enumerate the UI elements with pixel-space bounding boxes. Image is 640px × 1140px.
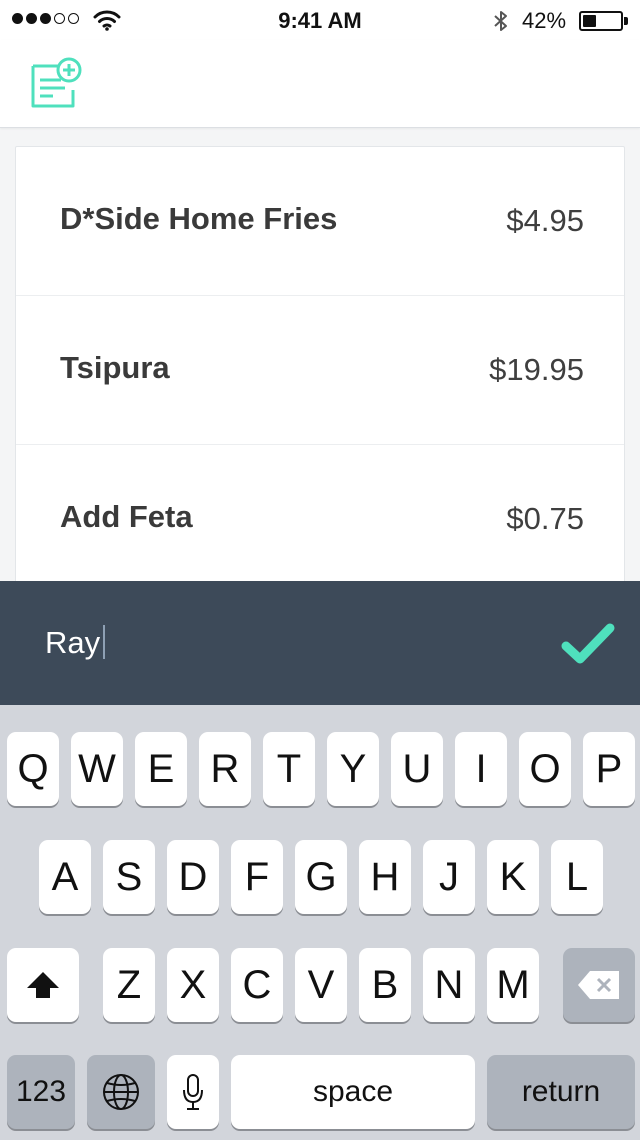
key-v[interactable]: V xyxy=(295,948,347,1022)
key-p[interactable]: P xyxy=(583,732,635,806)
name-input-value: Ray xyxy=(45,625,101,660)
bill-items-list: D*Side Home Fries $4.95 Tsipura $19.95 A… xyxy=(15,146,625,596)
name-input[interactable]: Ray xyxy=(45,625,106,661)
app-header xyxy=(0,40,640,128)
keyboard: Q W E R T Y U I O P A S D F G H J K L Z … xyxy=(0,705,640,1140)
delete-key[interactable] xyxy=(563,948,635,1022)
key-x[interactable]: X xyxy=(167,948,219,1022)
key-j[interactable]: J xyxy=(423,840,475,914)
microphone-icon xyxy=(183,1074,203,1110)
key-u[interactable]: U xyxy=(391,732,443,806)
receipt-add-icon[interactable] xyxy=(29,56,85,112)
item-price: $19.95 xyxy=(489,352,584,387)
key-b[interactable]: B xyxy=(359,948,411,1022)
key-i[interactable]: I xyxy=(455,732,507,806)
text-cursor xyxy=(103,625,106,659)
name-input-bar: Ray xyxy=(0,581,640,705)
battery-icon xyxy=(579,11,623,31)
battery-nub xyxy=(624,17,628,25)
key-z[interactable]: Z xyxy=(103,948,155,1022)
globe-key[interactable] xyxy=(87,1055,155,1129)
list-item[interactable]: D*Side Home Fries $4.95 xyxy=(16,147,624,296)
key-l[interactable]: L xyxy=(551,840,603,914)
list-item[interactable]: Add Feta $0.75 xyxy=(16,445,624,594)
key-e[interactable]: E xyxy=(135,732,187,806)
shift-icon xyxy=(27,972,59,998)
globe-icon xyxy=(103,1074,139,1110)
bluetooth-icon xyxy=(494,11,507,31)
item-name: D*Side Home Fries xyxy=(60,201,338,236)
key-g[interactable]: G xyxy=(295,840,347,914)
space-key[interactable]: space xyxy=(231,1055,475,1129)
key-k[interactable]: K xyxy=(487,840,539,914)
item-name: Add Feta xyxy=(60,499,193,534)
key-q[interactable]: Q xyxy=(7,732,59,806)
shift-key[interactable] xyxy=(7,948,79,1022)
checkmark-icon[interactable] xyxy=(560,620,616,668)
key-f[interactable]: F xyxy=(231,840,283,914)
list-item[interactable]: Tsipura $19.95 xyxy=(16,296,624,445)
numbers-key[interactable]: 123 xyxy=(7,1055,75,1129)
key-n[interactable]: N xyxy=(423,948,475,1022)
battery-fill xyxy=(583,15,596,27)
item-price: $0.75 xyxy=(506,501,584,536)
key-s[interactable]: S xyxy=(103,840,155,914)
key-m[interactable]: M xyxy=(487,948,539,1022)
key-h[interactable]: H xyxy=(359,840,411,914)
battery-percentage: 42% xyxy=(522,8,567,33)
key-w[interactable]: W xyxy=(71,732,123,806)
key-c[interactable]: C xyxy=(231,948,283,1022)
item-price: $4.95 xyxy=(506,203,584,238)
microphone-key[interactable] xyxy=(167,1055,219,1129)
status-bar: 9:41 AM 42% xyxy=(0,0,640,40)
key-d[interactable]: D xyxy=(167,840,219,914)
return-key[interactable]: return xyxy=(487,1055,635,1129)
backspace-icon xyxy=(578,971,619,999)
key-a[interactable]: A xyxy=(39,840,91,914)
key-o[interactable]: O xyxy=(519,732,571,806)
key-r[interactable]: R xyxy=(199,732,251,806)
key-y[interactable]: Y xyxy=(327,732,379,806)
key-t[interactable]: T xyxy=(263,732,315,806)
item-name: Tsipura xyxy=(60,350,170,385)
